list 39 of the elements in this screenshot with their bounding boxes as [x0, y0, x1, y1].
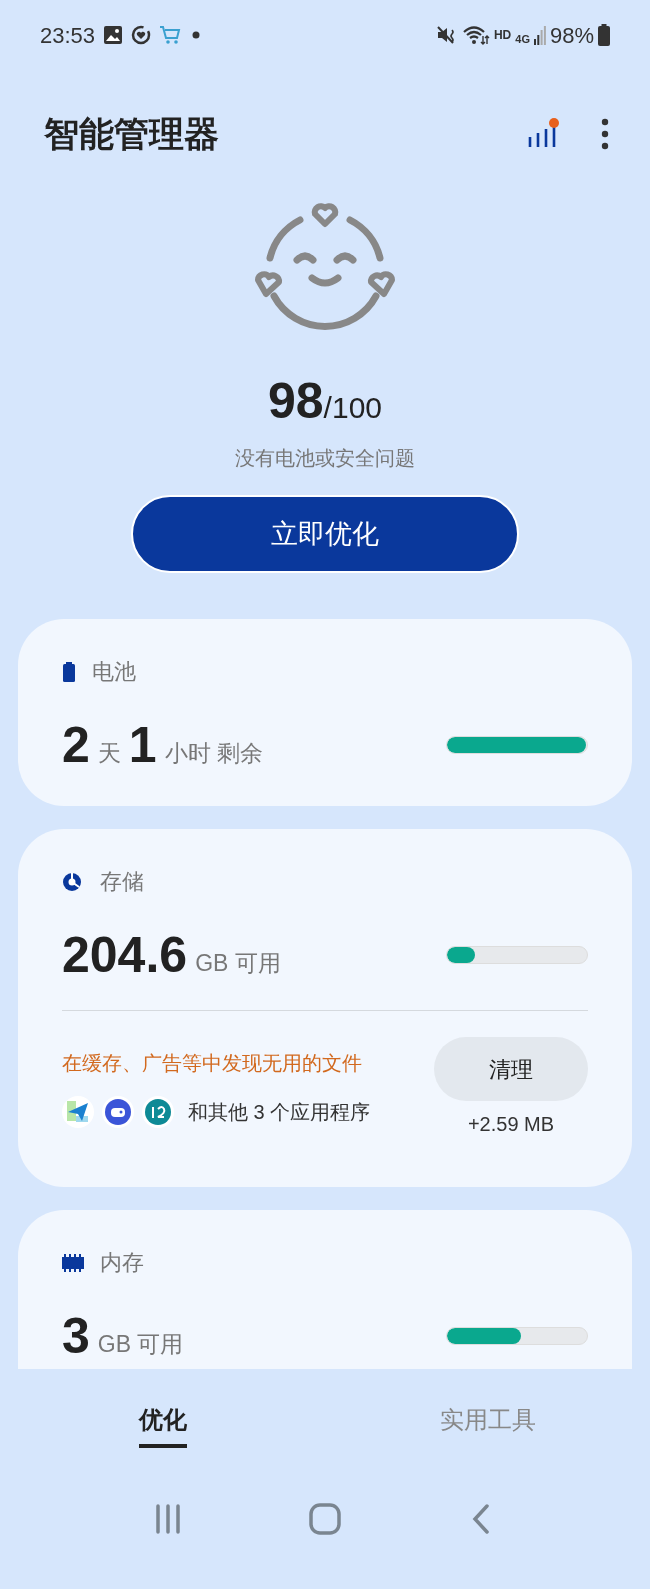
battery-icon — [598, 24, 610, 46]
card-title: 内存 — [100, 1249, 144, 1277]
memory-chip-icon — [62, 1251, 84, 1274]
tab[interactable]: 优化 — [0, 1401, 325, 1449]
card-title: 电池 — [92, 658, 136, 686]
battery-percent: 98% — [549, 21, 594, 50]
wifi-icon — [461, 24, 490, 46]
status-time: 23:53 — [40, 21, 96, 50]
hd-label: HD — [493, 27, 512, 44]
card-title: 存储 — [100, 868, 144, 896]
page-title: 智能管理器 — [44, 113, 219, 155]
game-controller-icon — [102, 1096, 134, 1128]
more-options-icon[interactable] — [600, 117, 610, 151]
status-message: 没有电池或安全问题 — [234, 446, 416, 471]
reading-value: 204.6 — [62, 930, 188, 980]
apps-summary: 和其他 3 个应用程序 — [188, 1100, 371, 1125]
optimize-button[interactable]: 立即优化 — [131, 495, 519, 573]
cart-icon — [159, 25, 182, 45]
reading-value: 2 — [62, 720, 90, 770]
reading-unit: 小时 剩余 — [164, 738, 263, 768]
clean-button[interactable]: 清理 — [434, 1037, 588, 1101]
heart-circle-icon — [131, 25, 152, 45]
network-type-label: 4G — [515, 31, 530, 47]
home-icon[interactable] — [308, 1502, 342, 1536]
reading-unit: GB 可用 — [195, 948, 281, 978]
pie-chart-icon — [62, 870, 84, 893]
reading-unit: 天 — [97, 738, 121, 768]
paper-plane-icon — [62, 1096, 94, 1128]
cleanup-size: +2.59 MB — [467, 1112, 555, 1137]
score-value: 98 — [268, 373, 324, 429]
reading-value: 1 — [128, 720, 157, 770]
image-icon — [103, 25, 124, 45]
cleanup-message: 在缓存、广告等中发现无用的文件 — [62, 1051, 363, 1076]
signal-icon — [533, 25, 546, 45]
reading-value: 3 — [62, 1311, 90, 1361]
battery-icon — [62, 661, 76, 682]
number-app-icon — [142, 1096, 174, 1128]
score-max: /100 — [323, 391, 382, 424]
reading-unit: GB 可用 — [97, 1329, 184, 1359]
